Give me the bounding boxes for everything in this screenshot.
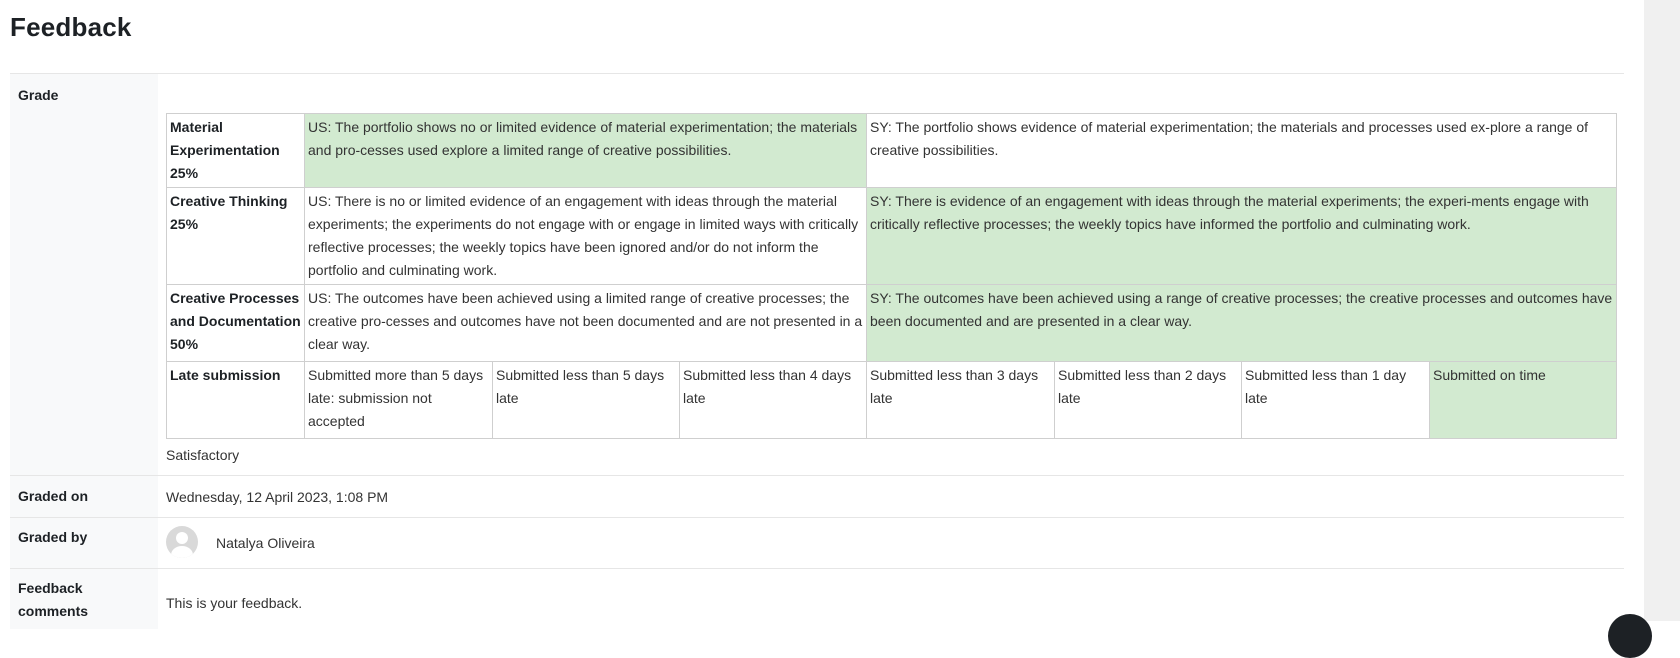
grade-value: Satisfactory xyxy=(166,447,240,463)
feedback-comments-label: Feedback comments xyxy=(10,569,158,629)
rubric-level: SY: There is evidence of an engagement w… xyxy=(866,187,1617,285)
rubric-level: Submitted less than 1 day late xyxy=(1241,361,1430,439)
rubric-level: Submitted less than 3 days late xyxy=(866,361,1055,439)
graded-on-row: Graded on Wednesday, 12 April 2023, 1:08… xyxy=(10,476,1624,518)
grade-row: Grade Material Experimentation 25% US: T… xyxy=(10,74,1624,476)
feedback-comments-row: Feedback comments This is your feedback. xyxy=(10,569,1624,629)
rubric-table: Material Experimentation 25% US: The por… xyxy=(166,113,1617,439)
criterion-name: Late submission xyxy=(166,361,305,439)
criterion-name: Material Experimentation 25% xyxy=(166,113,305,188)
rubric-criterion-row: Creative Processes and Documentation 50%… xyxy=(166,284,1617,362)
graded-by-row: Graded by Natalya Oliveira xyxy=(10,518,1624,569)
rubric-level: Submitted more than 5 days late: submiss… xyxy=(304,361,493,439)
rubric-criterion-row: Creative Thinking 25% US: There is no or… xyxy=(166,187,1617,285)
rubric-criterion-row: Material Experimentation 25% US: The por… xyxy=(166,113,1617,188)
rubric-criterion-row: Late submission Submitted more than 5 da… xyxy=(166,361,1617,439)
rubric-level: Submitted less than 5 days late xyxy=(492,361,680,439)
graded-on-value: Wednesday, 12 April 2023, 1:08 PM xyxy=(166,489,389,505)
rubric-level: Submitted on time xyxy=(1429,361,1617,439)
criterion-name: Creative Processes and Documentation 50% xyxy=(166,284,305,362)
feedback-table: Grade Material Experimentation 25% US: T… xyxy=(10,73,1624,629)
feedback-comments-cell: This is your feedback. xyxy=(158,569,1624,629)
rubric-level: US: There is no or limited evidence of a… xyxy=(304,187,867,285)
grader-name: Natalya Oliveira xyxy=(216,535,315,551)
graded-on-cell: Wednesday, 12 April 2023, 1:08 PM xyxy=(158,476,1624,517)
rubric-level: Submitted less than 4 days late xyxy=(679,361,867,439)
rubric-level: SY: The outcomes have been achieved usin… xyxy=(866,284,1617,362)
rubric-level: Submitted less than 2 days late xyxy=(1054,361,1242,439)
feedback-comment-text: This is your feedback. xyxy=(166,595,303,611)
grade-cell: Material Experimentation 25% US: The por… xyxy=(158,74,1624,475)
rubric-level: SY: The portfolio shows evidence of mate… xyxy=(866,113,1617,188)
user-avatar-icon xyxy=(166,526,198,558)
graded-by-label: Graded by xyxy=(10,518,158,568)
graded-on-label: Graded on xyxy=(10,476,158,517)
rubric-level: US: The portfolio shows no or limited ev… xyxy=(304,113,867,188)
page-scrollbar[interactable] xyxy=(1644,0,1680,621)
grade-label: Grade xyxy=(10,74,158,475)
page-title: Feedback xyxy=(10,12,132,42)
criterion-name: Creative Thinking 25% xyxy=(166,187,305,285)
graded-by-cell: Natalya Oliveira xyxy=(158,518,1624,568)
rubric-level: US: The outcomes have been achieved usin… xyxy=(304,284,867,362)
